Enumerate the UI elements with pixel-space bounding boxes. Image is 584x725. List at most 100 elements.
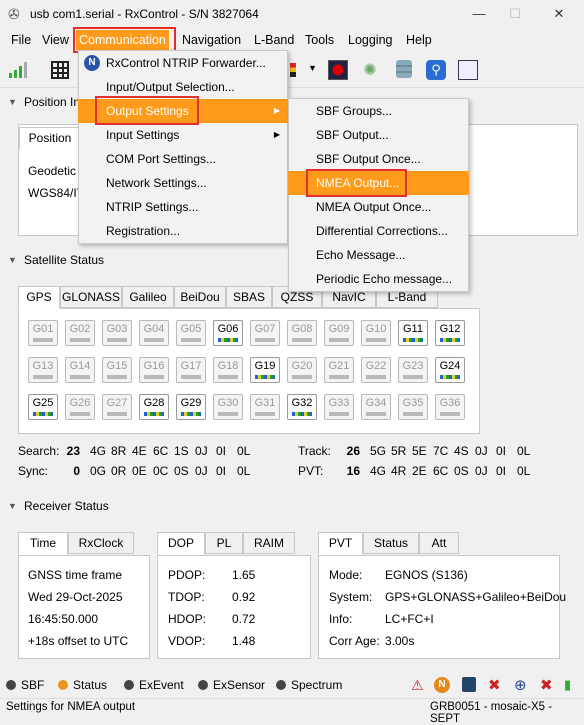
satellite-g34[interactable]: G34 <box>361 394 391 420</box>
satellite-g22[interactable]: G22 <box>361 357 391 383</box>
flag-icon[interactable] <box>290 63 296 77</box>
satellite-g16[interactable]: G16 <box>139 357 169 383</box>
satellite-g01[interactable]: G01 <box>28 320 58 346</box>
pvt-label: Info: <box>329 612 353 626</box>
minimize-button[interactable]: — <box>464 4 494 24</box>
satellite-g17[interactable]: G17 <box>176 357 206 383</box>
satellite-g36[interactable]: G36 <box>435 394 465 420</box>
db-icon[interactable] <box>396 60 412 78</box>
satellite-g26[interactable]: G26 <box>65 394 95 420</box>
tab-beidou[interactable]: BeiDou <box>174 286 226 308</box>
dop-label: VDOP: <box>168 634 206 648</box>
menu-file[interactable]: File <box>8 30 34 50</box>
tab-rxclock[interactable]: RxClock <box>68 532 134 554</box>
output-menu-item-periodic-echo-message[interactable]: Periodic Echo message... <box>288 267 469 291</box>
satellite-id: G26 <box>69 397 91 409</box>
comm-menu-item-input-settings[interactable]: Input Settings ▶ <box>78 123 288 147</box>
tab-sbas[interactable]: SBAS <box>226 286 272 308</box>
satellite-g13[interactable]: G13 <box>28 357 58 383</box>
satellite-g02[interactable]: G02 <box>65 320 95 346</box>
satellite-g11[interactable]: G11 <box>398 320 428 346</box>
satellite-g03[interactable]: G03 <box>102 320 132 346</box>
tab-gps[interactable]: GPS <box>18 286 60 309</box>
n-badge-icon[interactable]: N <box>434 677 450 693</box>
comm-menu-item-registration[interactable]: Registration... <box>78 219 288 243</box>
satellite-g25[interactable]: G25 <box>28 394 58 420</box>
satellite-g30[interactable]: G30 <box>213 394 243 420</box>
satellite-g19[interactable]: G19 <box>250 357 280 383</box>
save-icon[interactable] <box>462 677 476 692</box>
satellite-g05[interactable]: G05 <box>176 320 206 346</box>
comm-menu-item-rxcontrol-ntrip-forwarder[interactable]: RxControl NTRIP Forwarder... <box>78 51 288 75</box>
satellite-off-icon[interactable]: ✖ <box>540 676 553 694</box>
satellite-g31[interactable]: G31 <box>250 394 280 420</box>
satellite-g14[interactable]: G14 <box>65 357 95 383</box>
dropdown-arrow-icon[interactable]: ▼ <box>308 63 317 73</box>
tab-att[interactable]: Att <box>419 532 459 554</box>
indicator-status[interactable]: Status <box>58 678 107 692</box>
menu-help[interactable]: Help <box>403 30 435 50</box>
tab-galileo[interactable]: Galileo <box>122 286 174 308</box>
output-menu-item-differential-corrections[interactable]: Differential Corrections... <box>288 219 469 243</box>
output-menu-item-nmea-output-once[interactable]: NMEA Output Once... <box>288 195 469 219</box>
menu-lband[interactable]: L-Band <box>251 30 297 50</box>
crosshair-icon[interactable]: ⊕ <box>514 676 527 694</box>
output-menu-item-sbf-output[interactable]: SBF Output... <box>288 123 469 147</box>
satellite-g20[interactable]: G20 <box>287 357 317 383</box>
comm-menu-item-com-port-settings[interactable]: COM Port Settings... <box>78 147 288 171</box>
output-menu-item-sbf-output-once[interactable]: SBF Output Once... <box>288 147 469 171</box>
comm-menu-item-network-settings[interactable]: Network Settings... <box>78 171 288 195</box>
indicator-exsensor[interactable]: ExSensor <box>198 678 265 692</box>
satellite-g27[interactable]: G27 <box>102 394 132 420</box>
count-sync-label: Sync: <box>18 464 49 478</box>
output-menu-item-echo-message[interactable]: Echo Message... <box>288 243 469 267</box>
tab-time[interactable]: Time <box>18 532 68 555</box>
alert-icon[interactable]: ⚠ <box>411 677 424 694</box>
tab-status[interactable]: Status <box>363 532 419 554</box>
tab-glonass[interactable]: GLONASS <box>60 286 122 308</box>
satellite-g29[interactable]: G29 <box>176 394 206 420</box>
indicator-exevent[interactable]: ExEvent <box>124 678 184 692</box>
tab-pvt[interactable]: PVT <box>318 532 363 555</box>
satellite-g28[interactable]: G28 <box>139 394 169 420</box>
menu-navigation[interactable]: Navigation <box>179 30 244 50</box>
indicator-sbf[interactable]: SBF <box>6 678 44 692</box>
satellite-g24[interactable]: G24 <box>435 357 465 383</box>
comm-menu-item-ntrip-settings[interactable]: NTRIP Settings... <box>78 195 288 219</box>
satellite-g10[interactable]: G10 <box>361 320 391 346</box>
maximize-button[interactable]: ☐ <box>500 4 530 24</box>
record-icon[interactable] <box>328 60 348 80</box>
satellite-g07[interactable]: G07 <box>250 320 280 346</box>
search-icon[interactable]: ⚲ <box>426 60 446 80</box>
indicator-spectrum[interactable]: Spectrum <box>276 678 342 692</box>
tab-pl[interactable]: PL <box>205 532 243 554</box>
satellite-g32[interactable]: G32 <box>287 394 317 420</box>
satellite-g12[interactable]: G12 <box>435 320 465 346</box>
signal-status-icon[interactable]: ▮ <box>564 677 571 693</box>
close-button[interactable]: ✕ <box>544 4 574 24</box>
satellite-g33[interactable]: G33 <box>324 394 354 420</box>
menu-logging[interactable]: Logging <box>345 30 396 50</box>
document-icon[interactable] <box>458 60 478 80</box>
satellite-g23[interactable]: G23 <box>398 357 428 383</box>
satellite-g15[interactable]: G15 <box>102 357 132 383</box>
cross-tool-icon[interactable]: ✖ <box>488 676 501 694</box>
satellite-g04[interactable]: G04 <box>139 320 169 346</box>
tab-raim[interactable]: RAIM <box>243 532 295 554</box>
menu-item-label: NTRIP Settings... <box>106 200 199 214</box>
satellite-g06[interactable]: G06 <box>213 320 243 346</box>
satellite-g21[interactable]: G21 <box>324 357 354 383</box>
menu-view[interactable]: View <box>39 30 72 50</box>
satellite-g18[interactable]: G18 <box>213 357 243 383</box>
signal-icon[interactable] <box>8 60 28 80</box>
output-menu-item-sbf-groups[interactable]: SBF Groups... <box>288 99 469 123</box>
satellite-g09[interactable]: G09 <box>324 320 354 346</box>
menu-tools[interactable]: Tools <box>302 30 337 50</box>
receiver-section-header[interactable]: ▼ Receiver Status <box>0 496 584 516</box>
grid-icon[interactable] <box>50 60 70 80</box>
satellite-g08[interactable]: G08 <box>287 320 317 346</box>
satellite-icon[interactable]: ✺ <box>360 60 380 80</box>
satellite-g35[interactable]: G35 <box>398 394 428 420</box>
tab-dop[interactable]: DOP <box>157 532 205 555</box>
tab-position[interactable]: Position <box>19 127 81 150</box>
